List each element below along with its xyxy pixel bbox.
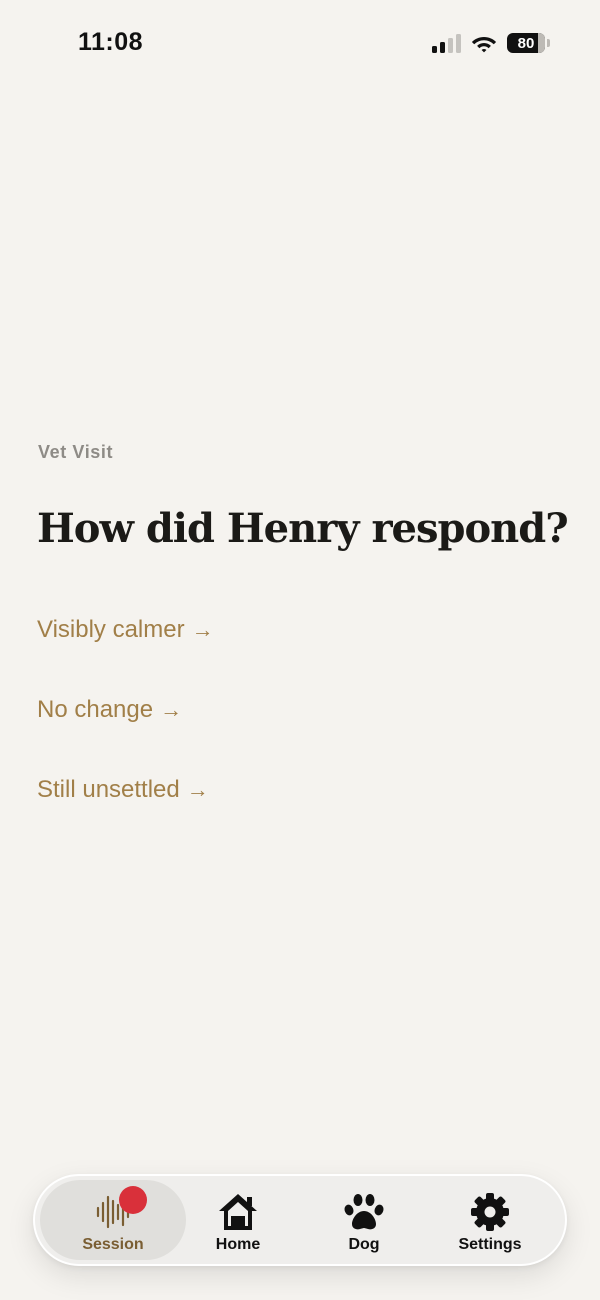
status-time: 11:08 [78,28,144,56]
wifi-icon [471,37,497,53]
tab-label: Home [215,1236,261,1253]
status-icons: 80 [432,33,550,53]
status-bar: 11:08 80 [0,0,600,90]
option-visibly-calmer[interactable]: Visibly calmer → [37,612,214,648]
response-options: Visibly calmer → No change → Still unset… [37,612,214,852]
arrow-right-icon: → [160,697,183,722]
session-type-label: Vet Visit [38,442,114,462]
option-no-change[interactable]: No change → [37,692,214,728]
home-icon [216,1190,260,1234]
page-title: How did Henry respond? [37,505,569,552]
waveform-icon [91,1186,147,1234]
tab-label: Dog [348,1236,380,1253]
tab-label: Session [82,1236,144,1253]
signal-icon [432,33,461,53]
battery-icon: 80 [507,33,550,53]
arrow-right-icon: → [186,777,209,802]
tab-home[interactable]: Home [165,1180,311,1260]
option-label: Visibly calmer [37,616,185,643]
tab-dog[interactable]: Dog [291,1180,437,1260]
paw-icon [342,1190,386,1234]
tab-bar: Session Home Dog Settings [33,1174,567,1266]
gear-icon [468,1190,512,1234]
arrow-right-icon: → [191,617,214,642]
option-label: Still unsettled [37,776,180,803]
tab-label: Settings [458,1236,522,1253]
battery-level: 80 [517,34,535,52]
recording-indicator [119,1186,147,1214]
option-label: No change [37,696,154,723]
option-still-unsettled[interactable]: Still unsettled → [37,772,214,808]
tab-settings[interactable]: Settings [417,1180,563,1260]
